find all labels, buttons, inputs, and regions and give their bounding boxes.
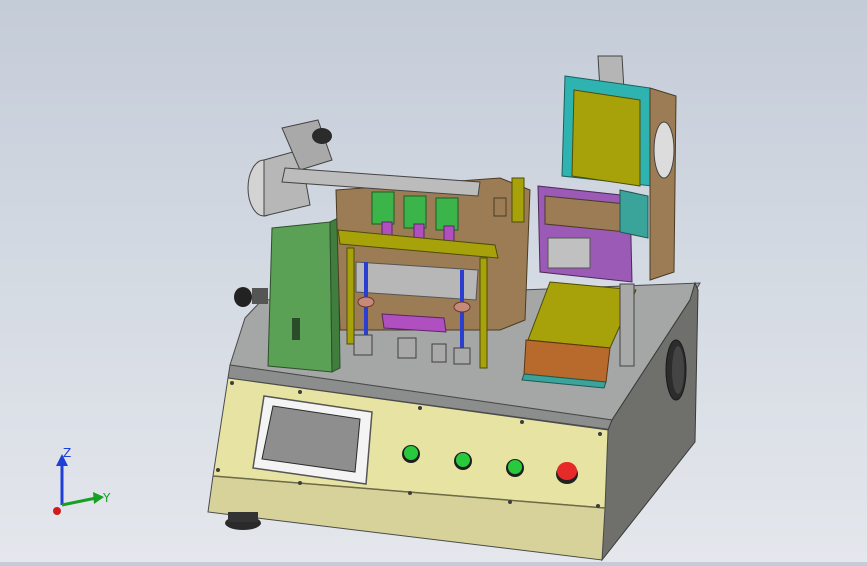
- center-right-upright: [511, 177, 525, 223]
- side-port-inner: [672, 346, 684, 394]
- start-button-3[interactable]: [506, 459, 524, 477]
- foot-left-stem: [228, 512, 258, 522]
- column-slot: [292, 318, 300, 340]
- adjust-knob[interactable]: [234, 287, 252, 307]
- bracket: [493, 197, 507, 217]
- y-axis-label: Y: [102, 491, 111, 505]
- motor-coupling: [312, 128, 332, 144]
- teal-bracket: [619, 189, 649, 239]
- green-column: [267, 221, 333, 373]
- olive-post-right: [479, 257, 488, 369]
- start-button-1[interactable]: [402, 445, 420, 463]
- right-brown-column: [649, 87, 677, 281]
- right-roller: [653, 121, 675, 179]
- emergency-stop-button[interactable]: [556, 462, 578, 484]
- axis-triad: Z Y: [53, 446, 111, 515]
- olive-hopper: [571, 89, 641, 187]
- cad-viewport[interactable]: Z Y: [0, 0, 867, 562]
- right-support: [619, 283, 635, 367]
- x-axis-dot: [53, 507, 61, 515]
- start-button-2[interactable]: [454, 452, 472, 470]
- machine-model[interactable]: Z Y: [0, 0, 867, 562]
- olive-post-left: [346, 247, 355, 345]
- spring-right: [453, 301, 471, 313]
- z-axis-label: Z: [63, 446, 71, 460]
- y-axis-line: [61, 496, 97, 507]
- knob-mount: [252, 288, 268, 304]
- spring-left: [357, 296, 375, 308]
- gripper-block: [547, 237, 591, 269]
